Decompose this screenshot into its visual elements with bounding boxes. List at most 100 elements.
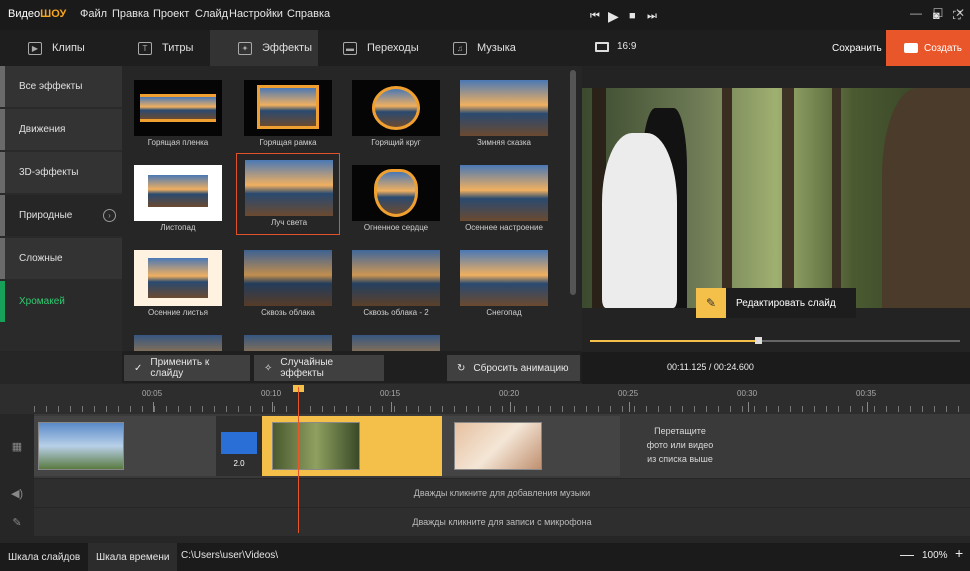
aspect-ratio-selector[interactable]: 16:9 — [595, 41, 636, 52]
slide-clip-selected[interactable] — [262, 416, 442, 476]
tick-label: 00:20 — [499, 389, 520, 398]
effect-tile[interactable]: Снегопад — [452, 244, 556, 324]
magic-wand-icon: ✦ — [238, 41, 252, 55]
timeline-ruler[interactable]: 00:05 00:10 00:15 00:20 00:25 00:30 00:3… — [0, 384, 970, 414]
tab-titles[interactable]: T Титры — [110, 30, 218, 66]
menu-project[interactable]: Проект — [153, 8, 189, 20]
pencil-icon: ✎ — [696, 288, 726, 318]
tick-label: 00:25 — [618, 389, 639, 398]
effect-tile[interactable]: Зимняя сказка — [452, 74, 556, 154]
stop-icon[interactable]: ■ — [629, 10, 636, 22]
effect-tile[interactable]: Горящая пленка — [126, 74, 230, 154]
logo-text-1: Видео — [8, 8, 41, 20]
category-3d[interactable]: 3D-эффекты — [0, 152, 122, 193]
effect-thumbnail — [244, 80, 332, 136]
tab-slide-view[interactable]: Шкала слайдов — [0, 543, 88, 571]
tab-transitions[interactable]: ▬ Переходы — [315, 30, 425, 66]
effect-label: Огненное сердце — [363, 223, 429, 232]
slide-clip[interactable] — [442, 416, 620, 476]
button-label: Применить к слайду — [150, 357, 210, 379]
category-nature[interactable]: Природные › — [0, 195, 122, 236]
effect-thumbnail — [244, 335, 332, 351]
effect-tile[interactable]: Листопад — [126, 159, 230, 239]
effect-thumbnail — [352, 80, 440, 136]
tab-label: Переходы — [367, 42, 419, 54]
effect-tile[interactable] — [126, 329, 230, 351]
timecode: 00:11.125 / 00:24.600 — [667, 362, 754, 372]
effect-tile[interactable]: Огненное сердце — [344, 159, 448, 239]
random-effects-button[interactable]: ✧ Случайные эффекты — [254, 355, 384, 381]
preview-seek-bar[interactable] — [590, 337, 960, 344]
zoom-out-button[interactable]: — — [900, 546, 914, 562]
tab-music[interactable]: ♫ Музыка — [425, 30, 535, 66]
reset-animation-button[interactable]: ↻ Сбросить анимацию — [447, 355, 580, 381]
category-label: Все эффекты — [19, 81, 83, 92]
slide-clip[interactable] — [34, 416, 216, 476]
effect-thumbnail — [134, 80, 222, 136]
menu-file[interactable]: Файл — [80, 8, 107, 20]
effect-label: Осеннее настроение — [465, 223, 543, 232]
previous-icon[interactable]: ⏮ — [590, 10, 600, 23]
tree-trunk — [782, 88, 794, 288]
effect-tile[interactable]: Горящая рамка — [236, 74, 340, 154]
drop-hint-line: Перетащите — [654, 426, 706, 436]
button-label: Случайные эффекты — [280, 357, 334, 379]
effect-thumbnail — [352, 165, 440, 221]
tree-trunk — [832, 88, 841, 288]
check-icon: ✓ — [134, 362, 143, 374]
effect-tile[interactable] — [236, 329, 340, 351]
category-all[interactable]: Все эффекты — [0, 66, 122, 107]
create-button[interactable]: Создать — [886, 30, 970, 66]
button-label: Сбросить анимацию — [473, 362, 569, 374]
effect-label: Горящий круг — [371, 138, 421, 147]
play-icon[interactable]: ▶ — [608, 8, 619, 25]
tab-clips[interactable]: ▶ Клипы — [0, 30, 110, 66]
tree-trunk — [722, 88, 732, 308]
menu-slide[interactable]: Слайд — [195, 8, 228, 20]
tick-label: 00:30 — [737, 389, 758, 398]
bride-figure — [602, 133, 677, 308]
zoom-in-button[interactable]: + — [955, 545, 963, 561]
clip-thumbnail — [454, 422, 542, 470]
apply-to-slide-button[interactable]: ✓ Применить к слайду — [124, 355, 250, 381]
aspect-ratio-label: 16:9 — [617, 41, 637, 52]
transition-duration: 2.0 — [233, 459, 245, 468]
tick-label: 00:10 — [261, 389, 282, 398]
playhead[interactable] — [298, 387, 299, 533]
category-chromakey[interactable]: Хромакей — [0, 281, 122, 322]
menu-settings[interactable]: Настройки — [229, 8, 283, 20]
effects-scrollbar[interactable] — [570, 70, 576, 295]
category-complex[interactable]: Сложные — [0, 238, 122, 279]
monitor-icon — [595, 41, 609, 52]
next-icon[interactable]: ⏭ — [647, 10, 657, 23]
effect-tile-selected[interactable]: Луч света — [236, 153, 340, 235]
effect-tile[interactable]: Горящий круг — [344, 74, 448, 154]
fullscreen-icon[interactable]: ⛶ — [953, 10, 961, 23]
transition-block[interactable]: 2.0 — [216, 416, 262, 476]
effect-tile[interactable]: Осенние листья — [126, 244, 230, 324]
menu-help[interactable]: Справка — [287, 8, 330, 20]
edit-slide-button[interactable]: ✎ Редактировать слайд — [696, 288, 856, 318]
effect-tile[interactable] — [344, 329, 448, 351]
tree-trunk — [882, 88, 970, 308]
category-label: 3D-эффекты — [19, 167, 79, 178]
effect-thumbnail — [460, 165, 548, 221]
save-button[interactable]: Сохранить — [832, 43, 882, 54]
effect-thumbnail — [245, 160, 333, 216]
effect-tile[interactable]: Сквозь облака — [236, 244, 340, 324]
snapshot-icon[interactable]: ◙ — [933, 10, 940, 22]
category-motion[interactable]: Движения — [0, 109, 122, 150]
effect-label: Луч света — [270, 218, 308, 227]
tab-effects[interactable]: ✦ Эффекты — [210, 30, 318, 66]
seek-handle[interactable] — [755, 337, 762, 344]
tab-timeline-view[interactable]: Шкала времени — [88, 543, 178, 571]
minimize-button[interactable]: — — [908, 6, 924, 20]
menu-edit[interactable]: Правка — [112, 8, 149, 20]
camera-icon — [904, 43, 918, 53]
effect-tile[interactable]: Осеннее настроение — [452, 159, 556, 239]
mic-track[interactable]: Дважды кликните для записи с микрофона — [34, 508, 970, 536]
effect-label: Горящая рамка — [259, 138, 317, 147]
zoom-level: 100% — [922, 550, 948, 561]
music-track[interactable]: Дважды кликните для добавления музыки — [34, 479, 970, 507]
effect-tile[interactable]: Сквозь облака - 2 — [344, 244, 448, 324]
